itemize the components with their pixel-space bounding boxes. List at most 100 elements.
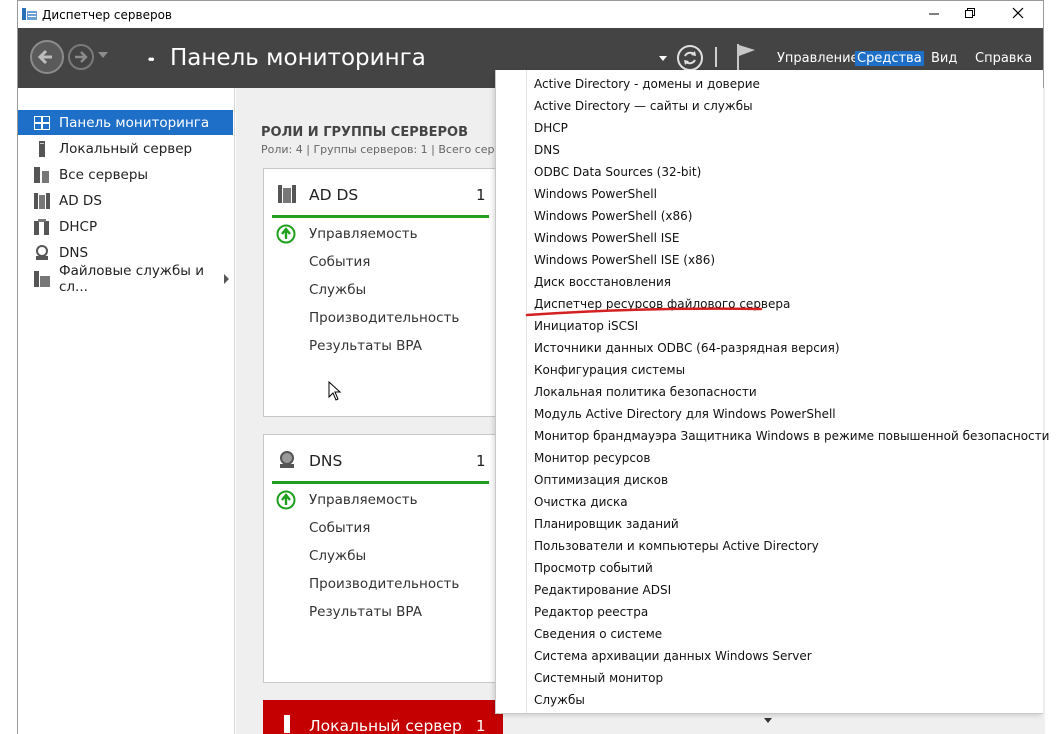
tools-menu-item[interactable]: Локальная политика безопасности <box>534 381 757 403</box>
menu-help[interactable]: Справка <box>973 51 1034 66</box>
tools-menu-item[interactable]: Windows PowerShell (x86) <box>534 205 692 227</box>
section-subtitle: Роли: 4 | Группы серверов: 1 | Всего сер… <box>261 143 508 156</box>
expand-arrow-icon[interactable] <box>224 274 229 284</box>
tile-title[interactable]: Локальный сервер <box>309 717 462 734</box>
tile-row-services[interactable]: Службы <box>309 282 366 298</box>
up-arrow-ok-icon <box>276 224 296 244</box>
tile-row-manageability[interactable]: Управляемость <box>309 226 418 242</box>
minimize-icon <box>928 7 940 22</box>
sidebar-item-file-services[interactable]: Файловые службы и сл... <box>18 263 233 295</box>
sidebar-item-adds[interactable]: AD DS <box>18 188 233 213</box>
breadcrumb-arrows: •• <box>148 52 155 66</box>
servers-icon <box>34 166 50 183</box>
role-tile-dns[interactable]: DNS 1 Управляемость События Службы Произ… <box>263 434 503 683</box>
tile-count: 1 <box>476 452 486 470</box>
tools-menu-item[interactable]: Active Directory — сайты и службы <box>534 95 753 117</box>
page-title: Панель мониторинга <box>170 45 426 71</box>
tools-menu-item[interactable]: Монитор брандмауэра Защитника Windows в … <box>534 425 1049 447</box>
sidebar-item-local-server[interactable]: Локальный сервер <box>18 136 233 161</box>
red-underline-annotation <box>525 307 763 317</box>
tile-title[interactable]: DNS <box>309 452 342 470</box>
tools-menu-item[interactable]: Сведения о системе <box>534 623 662 645</box>
tile-row-bpa[interactable]: Результаты BPA <box>309 338 422 354</box>
tools-menu-item[interactable]: Диск восстановления <box>534 271 671 293</box>
tools-menu-item[interactable]: Windows PowerShell ISE <box>534 227 680 249</box>
tile-row-performance[interactable]: Производительность <box>309 576 459 592</box>
tools-menu-item[interactable]: Просмотр событий <box>534 557 653 579</box>
sidebar-item-label: Файловые службы и сл... <box>59 262 205 295</box>
sidebar-item-dhcp[interactable]: DHCP <box>18 214 233 239</box>
sidebar: Панель мониторинга Локальный сервер Все … <box>18 88 235 734</box>
tools-menu-item[interactable]: DNS <box>534 139 560 161</box>
tools-menu-item[interactable]: Windows PowerShell ISE (x86) <box>534 249 715 271</box>
sidebar-item-label: DNS <box>59 244 89 261</box>
dhcp-icon <box>34 218 50 235</box>
tools-menu-item[interactable]: Оптимизация дисков <box>534 469 668 491</box>
tools-menu-item[interactable]: Active Directory - домены и доверие <box>534 73 760 95</box>
close-icon <box>1012 7 1024 22</box>
tools-menu-item[interactable]: Системный монитор <box>534 667 663 689</box>
tools-menu-item[interactable]: ODBC Data Sources (32-bit) <box>534 161 701 183</box>
tools-menu-item[interactable]: Планировщик заданий <box>534 513 679 535</box>
breadcrumb-dropdown-icon[interactable] <box>659 56 667 61</box>
refresh-icon <box>684 51 696 65</box>
sidebar-item-dns[interactable]: DNS <box>18 240 233 265</box>
status-bar <box>272 481 489 484</box>
tools-dropdown-menu: Active Directory - домены и доверие Activ… <box>495 70 1049 723</box>
tile-row-performance[interactable]: Производительность <box>309 310 459 326</box>
menu-tools[interactable]: Средства <box>855 51 924 66</box>
adds-icon <box>278 185 296 203</box>
tile-header: DNS 1 <box>264 435 502 480</box>
server-icon <box>34 140 50 157</box>
up-arrow-ok-icon <box>276 490 296 510</box>
window-title: Диспетчер серверов <box>42 8 172 22</box>
tile-row-events[interactable]: События <box>309 254 370 270</box>
role-tile-local-server[interactable]: Локальный сервер 1 <box>263 700 503 734</box>
tools-menu-item[interactable]: Система архивации данных Windows Server <box>534 645 812 667</box>
adds-icon <box>34 192 50 209</box>
dns-icon <box>34 244 50 261</box>
tools-menu-item[interactable]: Модуль Active Directory для Windows Powe… <box>534 403 836 425</box>
tile-row-manageability[interactable]: Управляемость <box>309 492 418 508</box>
menu-view[interactable]: Вид <box>929 51 959 66</box>
history-dropdown-icon[interactable] <box>98 52 108 58</box>
back-button[interactable] <box>30 40 64 74</box>
tools-menu-item[interactable]: Пользователи и компьютеры Active Directo… <box>534 535 819 557</box>
sidebar-item-label: Локальный сервер <box>59 140 193 157</box>
file-services-icon <box>34 270 50 287</box>
restore-button[interactable] <box>947 1 993 28</box>
tile-title[interactable]: AD DS <box>309 186 358 204</box>
tools-menu-item[interactable]: DHCP <box>534 117 568 139</box>
tools-menu-item[interactable]: Очистка диска <box>534 491 628 513</box>
tools-menu-item[interactable]: Службы <box>534 689 585 711</box>
status-bar <box>272 215 489 218</box>
sidebar-item-label: AD DS <box>59 192 102 209</box>
tile-count: 1 <box>476 717 486 734</box>
forward-button[interactable] <box>68 44 94 70</box>
menu-manage[interactable]: Управление <box>775 51 861 66</box>
server-manager-app-icon <box>22 7 38 21</box>
tools-menu-item[interactable]: Источники данных ODBC (64-разрядная верс… <box>534 337 840 359</box>
tile-row-services[interactable]: Службы <box>309 548 366 564</box>
dns-icon <box>278 451 296 469</box>
refresh-button[interactable] <box>677 45 703 71</box>
section-title: РОЛИ И ГРУППЫ СЕРВЕРОВ <box>261 125 469 140</box>
role-tile-adds[interactable]: AD DS 1 Управляемость События Службы Про… <box>263 168 503 417</box>
sidebar-item-all-servers[interactable]: Все серверы <box>18 162 233 187</box>
menu-icon-gutter <box>496 70 527 713</box>
tools-menu-item[interactable]: Монитор ресурсов <box>534 447 650 469</box>
scroll-down-icon[interactable] <box>764 718 772 723</box>
sidebar-item-dashboard[interactable]: Панель мониторинга <box>18 110 233 135</box>
tools-menu-item[interactable]: Редактирование ADSI <box>534 579 671 601</box>
tile-header: AD DS 1 <box>264 169 502 214</box>
tools-menu-item[interactable]: Редактор реестра <box>534 601 648 623</box>
tile-row-bpa[interactable]: Результаты BPA <box>309 604 422 620</box>
close-button[interactable] <box>995 1 1041 28</box>
tile-row-events[interactable]: События <box>309 520 370 536</box>
sidebar-item-label: DHCP <box>59 218 98 235</box>
forward-arrow-icon <box>75 51 88 63</box>
sidebar-item-label: Все серверы <box>59 166 149 183</box>
tools-menu-item[interactable]: Конфигурация системы <box>534 359 685 381</box>
restore-icon <box>964 7 976 22</box>
tools-menu-item[interactable]: Windows PowerShell <box>534 183 657 205</box>
